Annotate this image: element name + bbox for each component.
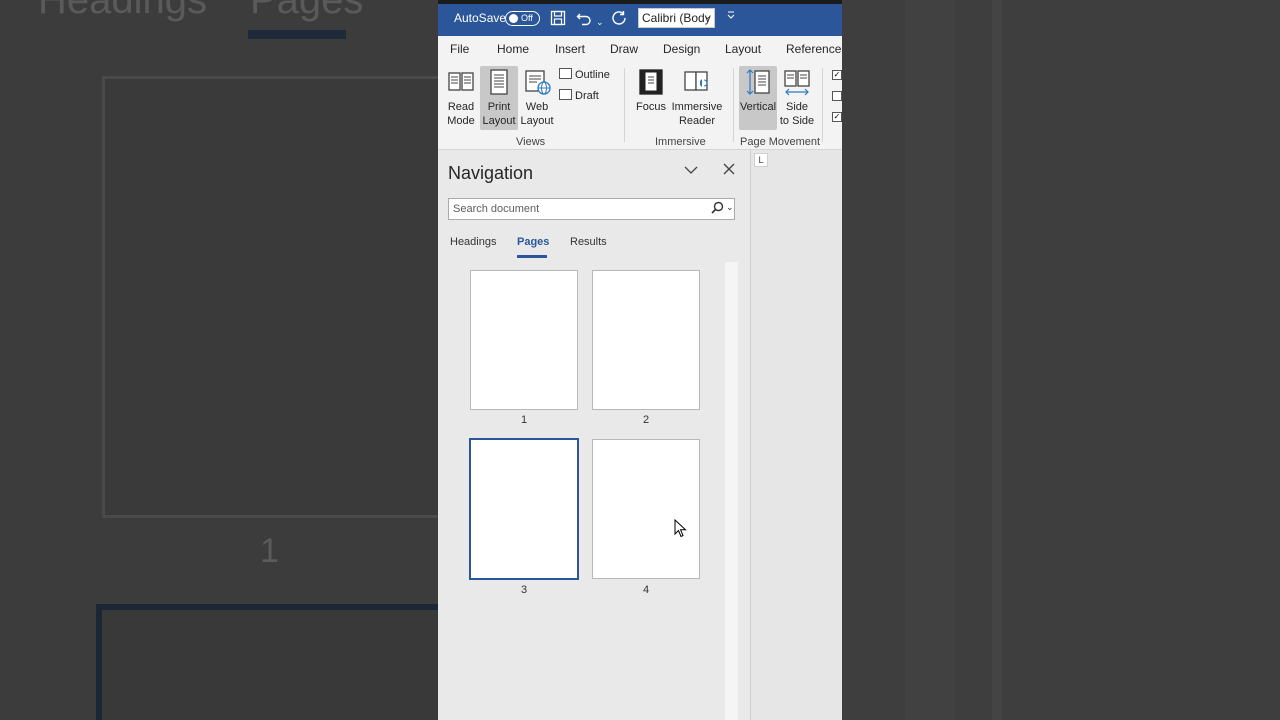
mouse-cursor-icon	[674, 518, 687, 543]
tab-headings[interactable]: Headings	[450, 236, 496, 248]
menu-file[interactable]: File	[450, 42, 469, 56]
background-right-column	[992, 0, 1002, 720]
outline-button[interactable]: Outline	[559, 68, 610, 81]
page-thumbnail-number: 3	[520, 584, 528, 596]
pane-splitter[interactable]	[750, 150, 751, 720]
side-to-side-label-1: Side	[785, 101, 809, 113]
title-bar: AutoSave Off ⌄ Calibri (Body ⌄	[438, 0, 842, 36]
title-bar-top-edge	[438, 0, 842, 4]
print-layout-label-1: Print	[487, 101, 511, 113]
word-window: AutoSave Off ⌄ Calibri (Body ⌄ File Home…	[438, 0, 842, 720]
font-name-box[interactable]: Calibri (Body ⌄	[638, 8, 715, 28]
web-layout-icon	[523, 68, 551, 96]
tab-pages[interactable]: Pages	[517, 236, 549, 248]
web-layout-label-2: Layout	[520, 115, 554, 127]
chevron-down-icon[interactable]: ⌄	[726, 202, 734, 213]
search-document-box[interactable]: ⌄	[448, 198, 735, 220]
background-left-panel: Headings Pages 1	[0, 0, 446, 720]
read-mode-icon	[447, 68, 475, 96]
draft-icon	[559, 89, 572, 100]
side-to-side-label-2: to Side	[779, 115, 815, 127]
focus-label: Focus	[636, 101, 666, 113]
navigation-pane-checkbox[interactable]: ✓	[832, 112, 842, 122]
redo-icon[interactable]	[611, 10, 627, 30]
print-layout-button[interactable]: Print Layout	[480, 66, 518, 130]
view-ribbon: Read Mode Print Layout Web Layout Outlin…	[438, 62, 842, 150]
undo-dropdown-icon[interactable]: ⌄	[596, 14, 604, 30]
background-page-thumbnail	[102, 76, 442, 518]
menu-home[interactable]: Home	[497, 42, 529, 56]
autosave-state: Off	[521, 13, 533, 23]
menu-design[interactable]: Design	[663, 42, 700, 56]
immersive-reader-icon	[683, 68, 711, 96]
read-mode-label-1: Read	[447, 101, 475, 113]
navigation-title: Navigation	[448, 163, 534, 183]
tab-results[interactable]: Results	[570, 236, 607, 248]
page-movement-group-label: Page Movement	[740, 136, 821, 148]
page-thumbnail-selected[interactable]	[469, 438, 579, 580]
print-layout-label-2: Layout	[482, 115, 516, 127]
active-tab-underline	[517, 255, 547, 258]
immersive-group-label: Immersive	[655, 136, 706, 148]
page-thumbnail[interactable]	[592, 270, 700, 410]
vertical-icon	[744, 68, 772, 96]
page-thumbnail-number: 1	[520, 414, 528, 426]
web-layout-button[interactable]: Web Layout	[518, 66, 556, 130]
immersive-reader-label-1: Immersive	[671, 101, 723, 113]
draft-button[interactable]: Draft	[559, 89, 599, 102]
vertical-button[interactable]: Vertical	[739, 66, 777, 130]
autosave-toggle[interactable]: Off	[505, 11, 540, 26]
focus-button[interactable]: Focus	[632, 66, 670, 130]
draft-label: Draft	[575, 90, 599, 102]
page-thumbnail[interactable]	[470, 270, 578, 410]
page-thumbnail-number: 2	[642, 414, 650, 426]
autosave-label: AutoSave	[454, 11, 507, 25]
print-layout-icon	[485, 68, 513, 96]
side-to-side-button[interactable]: Side to Side	[778, 66, 816, 130]
group-separator	[624, 68, 625, 142]
gridlines-checkbox[interactable]	[832, 91, 842, 101]
focus-icon	[637, 68, 665, 96]
customize-toolbar-icon[interactable]	[726, 10, 736, 23]
group-separator	[822, 68, 823, 142]
immersive-reader-button[interactable]: Immersive Reader	[670, 66, 724, 130]
tab-selector[interactable]: L	[754, 153, 768, 167]
immersive-reader-label-2: Reader	[678, 115, 716, 127]
toggle-knob	[509, 14, 518, 23]
close-icon[interactable]	[723, 160, 735, 180]
menu-references[interactable]: References	[786, 42, 842, 56]
page-thumbnail-number: 4	[642, 584, 650, 596]
outline-label: Outline	[575, 69, 610, 81]
menu-layout[interactable]: Layout	[725, 42, 761, 56]
chevron-down-icon[interactable]: ⌄	[703, 11, 711, 22]
background-tab-pages: Pages	[250, 0, 364, 22]
document-area[interactable]	[750, 150, 842, 720]
pane-options-chevron-icon[interactable]	[684, 162, 698, 178]
navigation-scrollbar[interactable]	[725, 262, 738, 720]
search-input[interactable]	[453, 201, 703, 217]
web-layout-label-1: Web	[525, 101, 549, 113]
page-thumbnail[interactable]	[592, 439, 700, 579]
background-tab-headings: Headings	[38, 0, 208, 22]
side-to-side-icon	[783, 68, 811, 96]
background-right-strip	[905, 0, 955, 720]
menu-bar: File Home Insert Draw Design Layout Refe…	[438, 36, 842, 62]
group-separator	[733, 68, 734, 142]
ruler-checkbox[interactable]: ✓	[832, 70, 842, 80]
read-mode-label-2: Mode	[447, 115, 475, 127]
navigation-pane: Navigation ⌄ Headings Pages Results 1 2 …	[438, 150, 750, 720]
views-group-label: Views	[516, 136, 546, 148]
search-icon[interactable]	[711, 201, 724, 217]
background-page-number: 1	[260, 532, 279, 570]
outline-icon	[559, 68, 572, 79]
vertical-label: Vertical	[739, 101, 777, 113]
background-tab-underline	[248, 30, 346, 39]
undo-icon[interactable]	[576, 10, 592, 30]
menu-insert[interactable]: Insert	[555, 42, 585, 56]
read-mode-button[interactable]: Read Mode	[442, 66, 480, 130]
menu-draw[interactable]: Draw	[610, 42, 638, 56]
save-icon[interactable]	[550, 10, 566, 30]
font-name: Calibri (Body	[642, 11, 711, 25]
background-selected-thumbnail	[96, 604, 446, 720]
